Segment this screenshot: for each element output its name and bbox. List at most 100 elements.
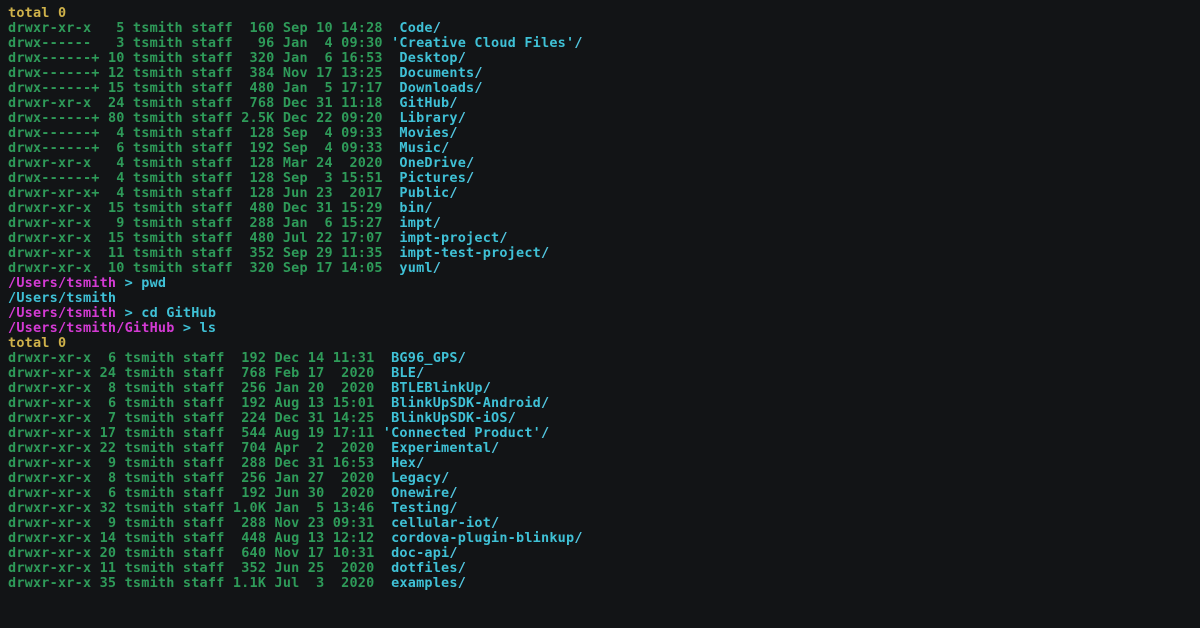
links: 12: [108, 65, 133, 81]
dir-slash: /: [541, 425, 549, 441]
group: staff: [183, 395, 241, 411]
size: 192: [241, 395, 274, 411]
links: 15: [108, 230, 133, 246]
links: 24: [100, 365, 125, 381]
group: staff: [183, 410, 241, 426]
links: 17: [100, 425, 125, 441]
group: staff: [191, 50, 249, 66]
perm: drwxr-xr-x+: [8, 185, 116, 201]
ls-row: drwxr-xr-x 20 tsmith staff 640 Nov 17 10…: [8, 546, 1192, 561]
date: Jan 5 17:17: [283, 80, 400, 96]
user: tsmith: [125, 350, 183, 366]
group: staff: [191, 230, 249, 246]
size: 352: [241, 560, 274, 576]
size: 544: [241, 425, 274, 441]
size: 192: [250, 140, 283, 156]
date: Jun 23 2017: [283, 185, 400, 201]
dir-slash: /: [458, 575, 466, 591]
user: tsmith: [133, 80, 191, 96]
size: 128: [250, 125, 283, 141]
group: staff: [191, 260, 249, 276]
size: 640: [241, 545, 274, 561]
prompt-line: /Users/tsmith > cd GitHub: [8, 306, 1192, 321]
dir-name: BlinkUpSDK-Android: [391, 395, 541, 411]
ls-row: drwx------+ 12 tsmith staff 384 Nov 17 1…: [8, 66, 1192, 81]
size: 160: [250, 20, 283, 36]
perm: drwxr-xr-x: [8, 485, 108, 501]
group: staff: [183, 575, 233, 591]
terminal-output[interactable]: total 0drwxr-xr-x 5 tsmith staff 160 Sep…: [0, 0, 1200, 591]
date: Aug 13 15:01: [275, 395, 392, 411]
prompt-cmd[interactable]: pwd: [141, 275, 166, 291]
ls-row: drwxr-xr-x 9 tsmith staff 288 Dec 31 16:…: [8, 456, 1192, 471]
user: tsmith: [125, 575, 183, 591]
perm: drwx------+: [8, 50, 108, 66]
user: tsmith: [133, 95, 191, 111]
dir-name: yuml: [399, 260, 432, 276]
dir-name: Library: [399, 110, 457, 126]
dir-slash: /: [458, 110, 466, 126]
perm: drwxr-xr-x: [8, 575, 100, 591]
dir-slash: /: [416, 455, 424, 471]
size: 288: [241, 515, 274, 531]
date: Jul 22 17:07: [283, 230, 400, 246]
perm: drwxr-xr-x: [8, 380, 108, 396]
ls-row: drwxr-xr-x 11 tsmith staff 352 Sep 29 11…: [8, 246, 1192, 261]
date: Sep 17 14:05: [283, 260, 400, 276]
dir-name: BG96_GPS: [391, 350, 458, 366]
user: tsmith: [133, 65, 191, 81]
dir-name: BlinkUpSDK-iOS: [391, 410, 508, 426]
dir-slash: /: [449, 125, 457, 141]
ls-total: total 0: [8, 5, 66, 21]
perm: drwxr-xr-x: [8, 470, 108, 486]
size: 224: [241, 410, 274, 426]
group: staff: [191, 110, 241, 126]
ls-row: drwxr-xr-x 8 tsmith staff 256 Jan 27 202…: [8, 471, 1192, 486]
dir-name: Onewire: [391, 485, 449, 501]
dir-name: impt-test-project: [399, 245, 541, 261]
date: Jun 25 2020: [275, 560, 392, 576]
dir-slash: /: [433, 215, 441, 231]
dir-name: Hex: [391, 455, 416, 471]
dir-slash: /: [574, 35, 582, 51]
size: 96: [258, 35, 283, 51]
ls-row: drwxr-xr-x 7 tsmith staff 224 Dec 31 14:…: [8, 411, 1192, 426]
prompt-line: /Users/tsmith/GitHub > ls: [8, 321, 1192, 336]
group: staff: [183, 455, 241, 471]
ls-row: drwxr-xr-x 6 tsmith staff 192 Jun 30 202…: [8, 486, 1192, 501]
dir-slash: /: [458, 350, 466, 366]
date: Jan 6 16:53: [283, 50, 400, 66]
links: 8: [108, 470, 125, 486]
group: staff: [191, 215, 249, 231]
perm: drwxr-xr-x: [8, 515, 108, 531]
dir-slash: /: [491, 515, 499, 531]
group: staff: [191, 185, 249, 201]
prompt-cmd[interactable]: ls: [200, 320, 217, 336]
dir-name: impt: [399, 215, 432, 231]
dir-slash: /: [449, 545, 457, 561]
perm: drwxr-xr-x: [8, 200, 108, 216]
links: 4: [116, 155, 133, 171]
perm: drwxr-xr-x: [8, 560, 100, 576]
dir-slash: /: [449, 185, 457, 201]
links: 10: [108, 50, 133, 66]
size: 768: [241, 365, 274, 381]
date: Dec 31 15:29: [283, 200, 400, 216]
prompt-sep: >: [183, 320, 200, 336]
group: staff: [191, 245, 249, 261]
date: Aug 19 17:11: [275, 425, 383, 441]
perm: drwx------+: [8, 125, 116, 141]
perm: drwx------: [8, 35, 116, 51]
size: 256: [241, 380, 274, 396]
date: Nov 17 13:25: [283, 65, 400, 81]
dir-name: Desktop: [399, 50, 457, 66]
ls-row: drwxr-xr-x 6 tsmith staff 192 Dec 14 11:…: [8, 351, 1192, 366]
prompt-cmd[interactable]: cd GitHub: [141, 305, 216, 321]
size: 448: [241, 530, 274, 546]
dir-name: OneDrive: [399, 155, 466, 171]
links: 4: [116, 185, 133, 201]
user: tsmith: [133, 200, 191, 216]
dir-slash: /: [541, 245, 549, 261]
links: 20: [100, 545, 125, 561]
size: 704: [241, 440, 274, 456]
